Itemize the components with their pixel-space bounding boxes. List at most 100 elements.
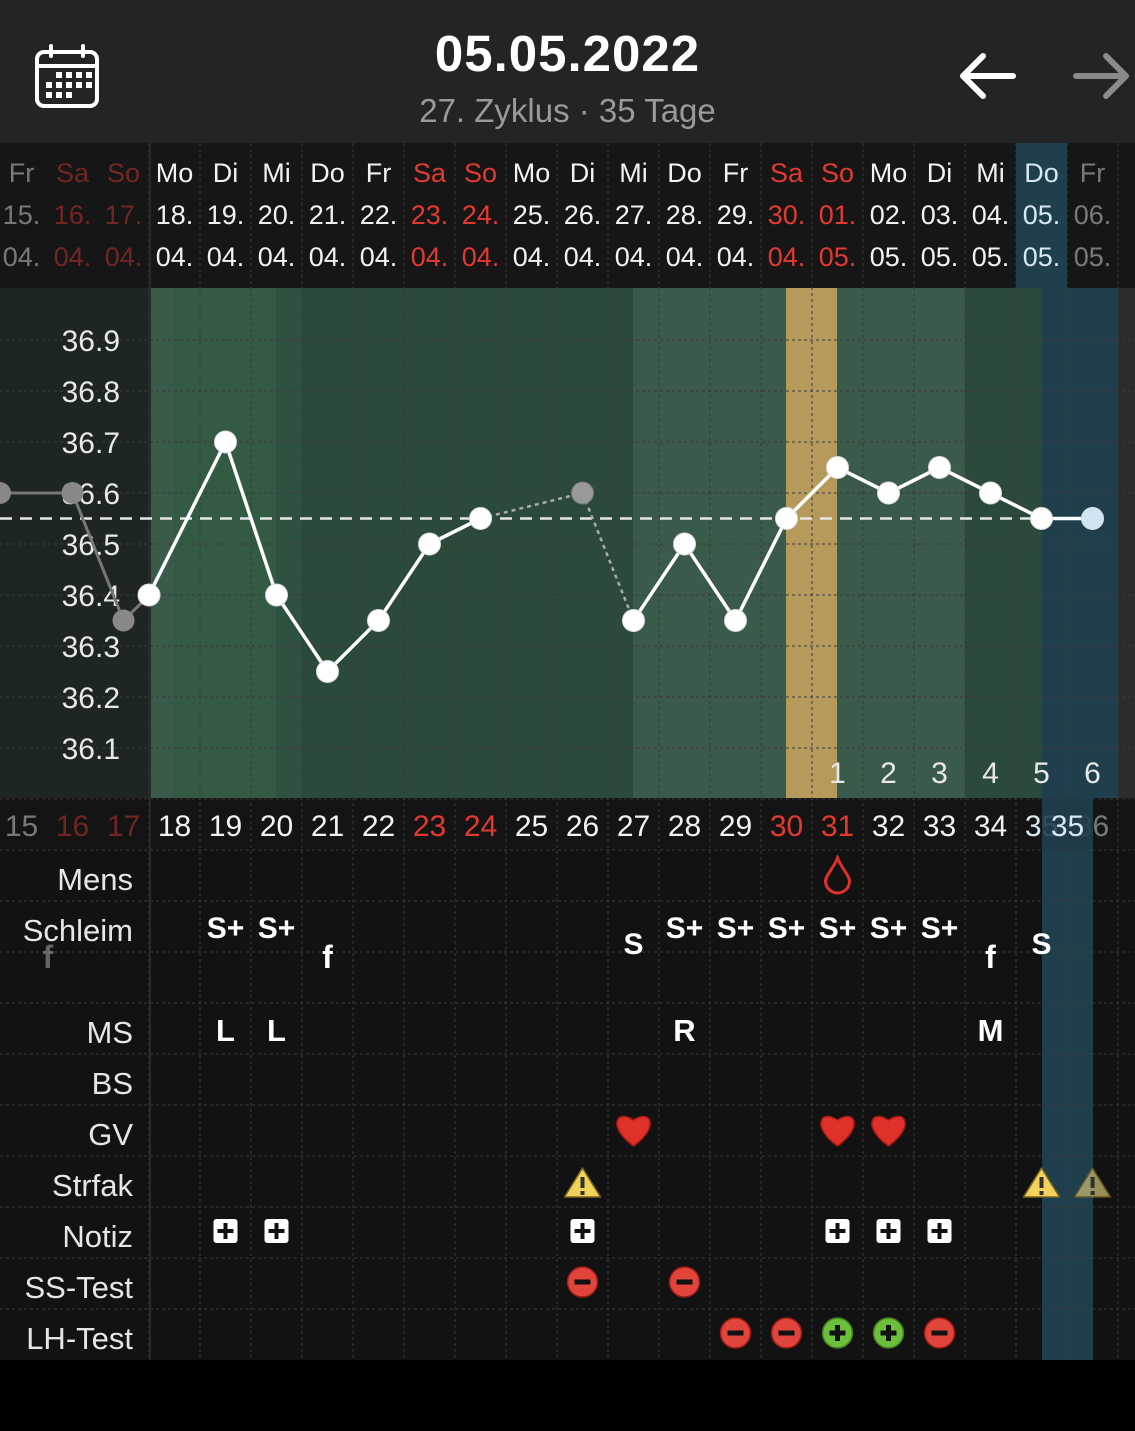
plot-column-day-33 [965, 288, 1016, 798]
previous-cycle-point [61, 482, 84, 504]
cycle-day-number: 24 [464, 810, 497, 843]
mucus-entry: f [985, 939, 996, 975]
cervix-entry: L [267, 1013, 286, 1048]
row-label-gv: GV [88, 1117, 133, 1152]
cycle-day-number: 34 [974, 810, 1007, 843]
cervix-entry: M [978, 1013, 1004, 1048]
date-month-label: 04. [564, 242, 602, 272]
weekday-label: Fr [9, 158, 34, 188]
plot-column-day-21 [353, 288, 404, 798]
mucus-entry: S+ [207, 912, 245, 945]
cycle-day-number: 19 [209, 810, 242, 843]
date-day-label: 19. [207, 200, 245, 230]
row-label-lhtest: LH-Test [26, 1321, 133, 1356]
temperature-point[interactable] [775, 507, 798, 530]
y-tick-label: 36.8 [62, 376, 120, 409]
post-ovulation-counter: 1 [829, 757, 846, 790]
bottom-bar [0, 1360, 1135, 1431]
temperature-point[interactable] [137, 583, 161, 607]
cycle-day-number: 18 [158, 810, 191, 843]
note-plus-icon [213, 1219, 238, 1243]
previous-cycle-point [112, 609, 135, 632]
date-month-label: 04. [105, 242, 143, 272]
y-tick-label: 36.3 [62, 631, 120, 664]
date-month-label: 04. [666, 242, 704, 272]
warning-mark [1039, 1177, 1044, 1188]
y-tick-label: 36.7 [62, 427, 120, 460]
weekday-label: Do [1024, 158, 1059, 188]
temperature-point[interactable] [877, 481, 900, 505]
date-month-label: 04. [411, 242, 449, 272]
test-plus-v [835, 1325, 840, 1341]
weekday-label: Sa [770, 158, 804, 188]
cycle-day-number: 26 [566, 810, 599, 843]
date-month-label: 04. [360, 242, 398, 272]
mucus-entry: S+ [870, 912, 908, 945]
post-ovulation-counter: 3 [931, 757, 948, 790]
temperature-point[interactable] [469, 507, 492, 530]
note-plus-icon [264, 1219, 289, 1243]
weekday-label: Di [927, 158, 953, 188]
date-day-label: 29. [717, 200, 755, 230]
y-tick-label: 36.5 [62, 529, 120, 562]
date-day-label: 03. [921, 200, 959, 230]
temperature-point[interactable] [571, 481, 594, 505]
note-plus-v [223, 1223, 228, 1239]
date-month-label: 04. [207, 242, 245, 272]
date-month-label: 05. [1074, 242, 1112, 272]
temperature-point[interactable] [826, 456, 849, 479]
date-month-label: 05. [921, 242, 959, 272]
mucus-entry: S+ [717, 912, 755, 945]
temperature-point[interactable] [724, 609, 747, 632]
weekday-label: So [107, 158, 140, 188]
mucus-entry: S+ [768, 912, 806, 945]
test-negative-icon [566, 1266, 599, 1298]
cycle-day-number: 22 [362, 810, 395, 843]
date-month-label: 05. [972, 242, 1010, 272]
cycle-day-number: 16 [56, 810, 89, 843]
cycle-day-number: 35 [1051, 810, 1084, 843]
date-month-label: 04. [513, 242, 551, 272]
post-ovulation-counter: 2 [880, 757, 897, 790]
date-day-label: 27. [615, 200, 653, 230]
date-day-label: 28. [666, 200, 704, 230]
high-fertility-band [633, 288, 785, 798]
temperature-point[interactable] [673, 532, 696, 556]
y-tick-label: 36.2 [62, 682, 120, 715]
temperature-point[interactable] [316, 660, 339, 683]
post-ovulation-counter: 5 [1033, 757, 1050, 790]
post-ovulation-band [837, 288, 939, 798]
temperature-point[interactable] [367, 609, 390, 632]
date-day-label: 26. [564, 200, 602, 230]
y-tick-label: 36.4 [62, 580, 120, 613]
weekday-label: Fr [723, 158, 748, 188]
test-negative-icon [923, 1317, 956, 1349]
mucus-entry: S+ [921, 912, 959, 945]
temperature-point[interactable] [214, 430, 237, 454]
temperature-point[interactable] [622, 609, 645, 632]
date-month-label: 04. [309, 242, 347, 272]
date-day-label: 15. [3, 200, 41, 230]
cycle-day-number: 23 [413, 810, 446, 843]
cycle-day-number: 25 [515, 810, 548, 843]
mucus-entry: f [322, 939, 333, 975]
weekday-label: Mi [262, 158, 291, 188]
plot-column-day-36 [1118, 288, 1135, 798]
cycle-day-number: 21 [311, 810, 344, 843]
warning-dot [580, 1191, 585, 1195]
temperature-point[interactable] [418, 532, 441, 556]
date-month-label: 04. [156, 242, 194, 272]
temperature-point[interactable] [979, 481, 1002, 505]
cycle-chart[interactable]: 36.936.836.736.636.536.436.336.236.1o4.4… [0, 0, 1135, 1431]
temperature-point[interactable] [928, 456, 951, 479]
temperature-point[interactable] [1030, 507, 1053, 530]
temperature-point[interactable] [265, 583, 288, 607]
test-minus [574, 1279, 591, 1285]
date-day-label: 30. [768, 200, 806, 230]
cycle-day-number: 32 [872, 810, 905, 843]
test-positive-icon [821, 1317, 854, 1349]
mucus-entry: S [623, 928, 643, 961]
warning-dot [1090, 1191, 1095, 1195]
temperature-point[interactable] [1081, 507, 1104, 530]
weekday-label: Sa [413, 158, 447, 188]
